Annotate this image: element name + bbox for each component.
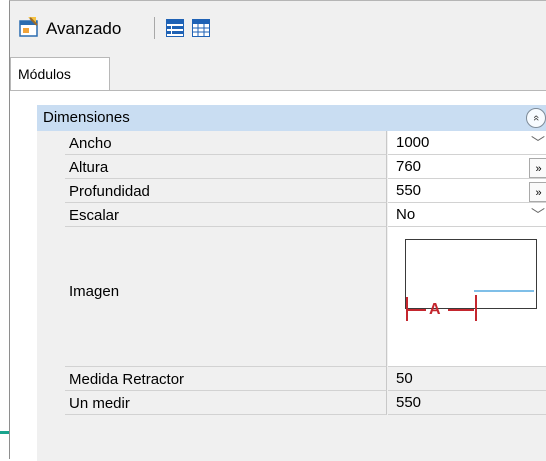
dropdown-chevron-icon[interactable]: ﹀: [531, 205, 545, 225]
property-label: Imagen: [69, 283, 120, 300]
property-value: 550: [396, 394, 422, 411]
property-label: Profundidad: [69, 183, 150, 200]
property-label: Medida Retractor: [69, 371, 185, 388]
medida-retractor-value-field[interactable]: 50: [388, 367, 546, 391]
property-value: 50: [396, 370, 413, 387]
property-value: No: [396, 206, 416, 223]
escalar-value-field[interactable]: No ﹀: [388, 203, 546, 227]
dimension-label: A: [429, 301, 441, 318]
toolbar-separator: [154, 17, 155, 39]
property-label-cell: Un medir: [65, 391, 387, 415]
tab-label: Módulos: [18, 66, 71, 82]
properties-window-icon[interactable]: [18, 16, 40, 38]
property-row-profundidad[interactable]: Profundidad 550 »: [37, 179, 546, 203]
dimension-diagram-icon: [406, 290, 534, 321]
altura-value-field[interactable]: 760 »: [388, 155, 546, 179]
collapse-chevron-icon[interactable]: «: [526, 108, 546, 128]
double-chevron-icon: »: [535, 163, 542, 175]
property-row-imagen[interactable]: Imagen A: [37, 227, 546, 367]
toolbar-title: Avanzado: [46, 19, 122, 38]
group-header-dimensiones[interactable]: Dimensiones «: [37, 105, 546, 131]
property-label: Un medir: [69, 395, 130, 412]
property-value: 760: [396, 158, 422, 175]
property-row-altura[interactable]: Altura 760 »: [37, 155, 546, 179]
property-label-cell: Profundidad: [65, 179, 387, 203]
categorized-view-icon[interactable]: [166, 19, 184, 37]
table-view-icon[interactable]: [192, 19, 210, 37]
imagen-value-field[interactable]: A: [388, 227, 546, 367]
property-label-cell: Altura: [65, 155, 387, 179]
property-value: 1000: [396, 134, 430, 151]
toolbar: Avanzado: [10, 1, 546, 53]
property-panel: Avanzado Módulos Dimensiones « Ancho 100…: [9, 0, 546, 461]
un-medir-value-field[interactable]: 550: [388, 391, 546, 415]
property-value: 550: [396, 182, 422, 199]
tab-modulos[interactable]: Módulos: [10, 57, 110, 91]
property-label-cell: Ancho: [65, 131, 387, 155]
ellipsis-button[interactable]: »: [529, 182, 546, 202]
property-row-medida-retractor[interactable]: Medida Retractor 50: [37, 367, 546, 391]
property-label: Altura: [69, 159, 109, 176]
property-label: Escalar: [69, 207, 120, 224]
property-grid-area: Dimensiones « Ancho 1000 ﹀ Altura 760 » …: [10, 90, 546, 461]
dropdown-chevron-icon[interactable]: ﹀: [531, 133, 545, 153]
property-label-cell: Imagen: [65, 227, 387, 367]
property-label: Ancho: [69, 135, 112, 152]
profundidad-value-field[interactable]: 550 »: [388, 179, 546, 203]
ancho-value-field[interactable]: 1000 ﹀: [388, 131, 546, 155]
property-label-cell: Medida Retractor: [65, 367, 387, 391]
property-grid: Ancho 1000 ﹀ Altura 760 » Profundidad 55…: [37, 131, 546, 461]
double-chevron-icon: »: [535, 187, 542, 199]
property-row-ancho[interactable]: Ancho 1000 ﹀: [37, 131, 546, 155]
group-title: Dimensiones: [43, 109, 130, 126]
property-label-cell: Escalar: [65, 203, 387, 227]
ellipsis-button[interactable]: »: [529, 158, 546, 178]
property-row-escalar[interactable]: Escalar No ﹀: [37, 203, 546, 227]
property-row-un-medir[interactable]: Un medir 550: [37, 391, 546, 415]
